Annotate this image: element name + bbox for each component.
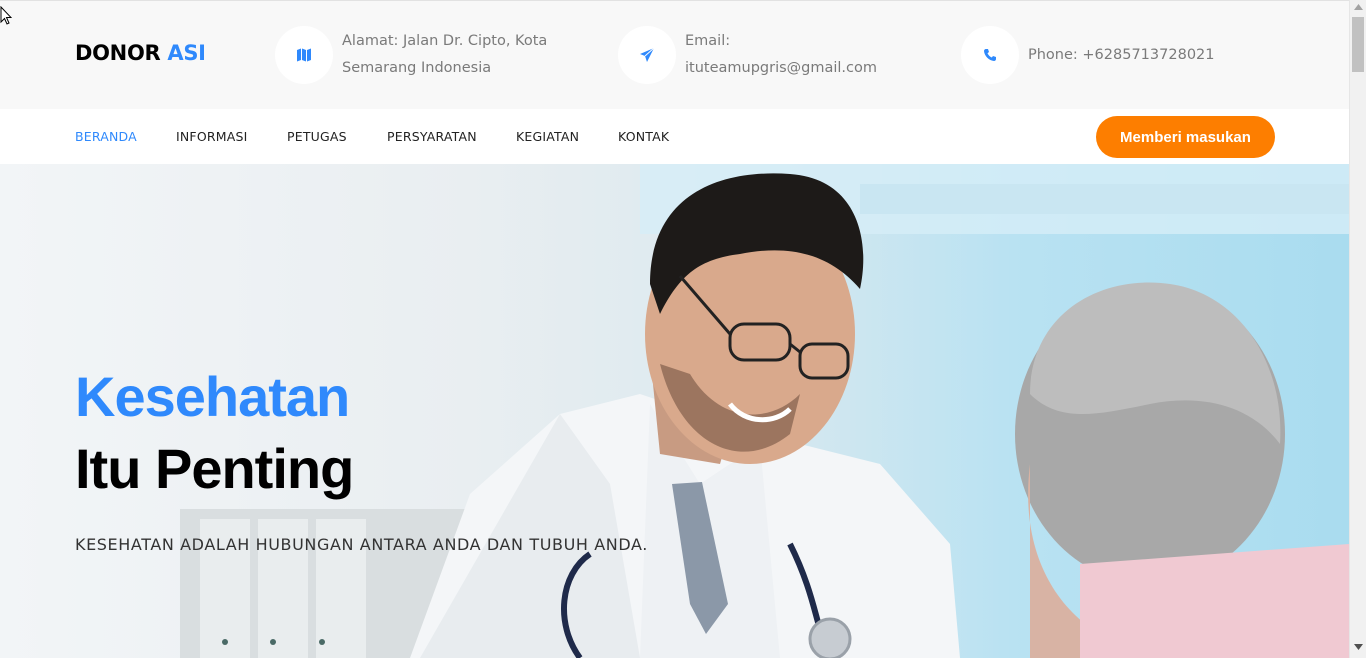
feedback-button[interactable]: Memberi masukan — [1096, 116, 1275, 158]
nav-item-beranda[interactable]: BERANDA — [75, 129, 137, 144]
phone-icon-circle — [961, 26, 1019, 84]
email-info: Email: ituteamupgris@gmail.com — [618, 26, 925, 84]
page-scrollbar[interactable] — [1349, 0, 1366, 658]
phone-icon — [984, 49, 996, 61]
hero-tagline: KESEHATAN ADALAH HUBUNGAN ANTARA ANDA DA… — [75, 535, 648, 554]
brand-name-part2: ASI — [167, 41, 206, 65]
brand-logo[interactable]: DONOR ASI — [75, 41, 206, 65]
nav-item-kegiatan[interactable]: KEGIATAN — [516, 129, 579, 144]
hero-title-line2: Itu Penting — [75, 437, 354, 500]
scrollbar-thumb[interactable] — [1352, 17, 1364, 72]
scroll-down-arrow-icon[interactable] — [1354, 644, 1363, 650]
phone-info: Phone: +6285713728021 — [961, 26, 1288, 84]
email-icon-circle — [618, 26, 676, 84]
top-bar: DONOR ASI Alamat: Jalan Dr. Cipto, Kota … — [0, 0, 1349, 109]
nav-item-persyaratan[interactable]: PERSYARATAN — [387, 129, 477, 144]
hero-section: Kesehatan Itu Penting KESEHATAN ADALAH H… — [0, 164, 1349, 658]
address-text: Alamat: Jalan Dr. Cipto, Kota Semarang I… — [342, 33, 548, 76]
nav-item-petugas[interactable]: PETUGAS — [287, 129, 347, 144]
map-icon — [297, 48, 311, 62]
nav-item-informasi[interactable]: INFORMASI — [176, 129, 248, 144]
email-text: Email: ituteamupgris@gmail.com — [685, 33, 878, 76]
address-info: Alamat: Jalan Dr. Cipto, Kota Semarang I… — [275, 26, 582, 84]
phone-text: Phone: +6285713728021 — [1028, 46, 1215, 63]
paper-plane-icon — [640, 47, 655, 62]
address-icon-circle — [275, 26, 333, 84]
mouse-cursor-icon — [0, 6, 12, 25]
nav-item-kontak[interactable]: KONTAK — [618, 129, 669, 144]
brand-name-part1: DONOR — [75, 41, 161, 65]
main-nav: BERANDA INFORMASI PETUGAS PERSYARATAN KE… — [0, 109, 1349, 164]
scroll-up-arrow-icon[interactable] — [1354, 4, 1363, 10]
hero-title-line1: Kesehatan — [75, 365, 350, 428]
